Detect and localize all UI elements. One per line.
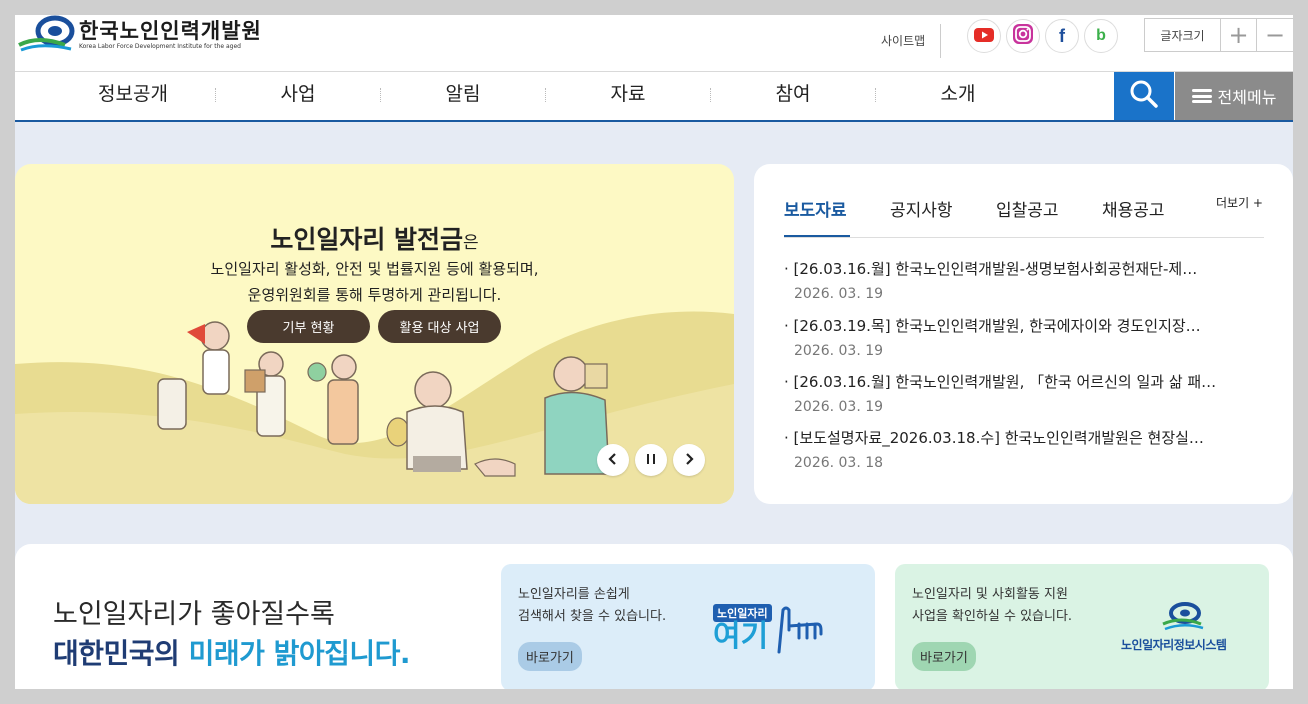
banner-title-bold: 노인일자리 발전금 — [270, 225, 464, 254]
banner-description: 노인일자리 활성화, 안전 및 법률지원 등에 활용되며, 운영위원회를 통해 … — [15, 256, 734, 308]
hand-pointer-icon — [769, 604, 833, 658]
bottom-section: 노인일자리가 좋아질수록 대한민국의 미래가 밝아집니다. 노인일자리를 손쉽게… — [15, 544, 1293, 689]
nav-item-data[interactable]: 자료 — [558, 72, 698, 120]
main-nav: 정보공개 사업 알림 자료 참여 소개 전체메뉴 — [15, 72, 1293, 122]
tab-recruit[interactable]: 채용공고 — [1102, 196, 1165, 221]
font-decrease-button[interactable]: − — [1257, 19, 1293, 51]
slogan-line2-a: 대한민국의 — [53, 637, 189, 670]
tab-bid[interactable]: 입찰공고 — [996, 196, 1059, 221]
font-size-label: 글자크기 — [1145, 19, 1221, 51]
card-text-line1: 노인일자리를 손쉽게 — [518, 587, 630, 602]
divider — [784, 237, 1264, 238]
more-link[interactable]: 더보기 + — [1216, 194, 1263, 211]
logo-title: 한국노인인력개발원 — [79, 18, 262, 43]
target-projects-button[interactable]: 활용 대상 사업 — [378, 310, 501, 343]
blog-icon: b — [1096, 27, 1106, 44]
list-item[interactable]: · [보도설명자료_2026.03.18.수] 한국노인인력개발원은 현장실… … — [784, 428, 1264, 472]
info-system-card[interactable]: 노인일자리 및 사회활동 지원 사업을 확인하실 수 있습니다. 바로가기 노인… — [895, 564, 1269, 689]
slogan-line2-b: 미래가 밝아집니다. — [188, 637, 411, 670]
card-text-line1: 노인일자리 및 사회활동 지원 — [912, 587, 1068, 602]
all-menu-label: 전체메뉴 — [1217, 88, 1277, 107]
nav-separator — [380, 88, 381, 102]
youtube-icon — [974, 27, 994, 46]
nav-item-notice[interactable]: 알림 — [393, 72, 533, 120]
search-button[interactable] — [1114, 72, 1174, 120]
yeogi-logo-main: 여기 — [713, 619, 769, 654]
nav-separator — [875, 88, 876, 102]
card-text-line2: 사업을 확인하실 수 있습니다. — [912, 609, 1073, 624]
list-item[interactable]: · [26.03.19.목] 한국노인인력개발원, 한국에자이와 경도인지장… … — [784, 316, 1264, 360]
banner-next-button[interactable] — [673, 444, 705, 476]
all-menu-button[interactable]: 전체메뉴 — [1175, 72, 1293, 120]
chevron-right-icon — [683, 451, 695, 470]
menu-icon — [1191, 89, 1212, 103]
banner-pause-button[interactable] — [635, 444, 667, 476]
news-date: 2026. 03. 18 — [794, 455, 884, 471]
goto-button[interactable]: 바로가기 — [518, 642, 582, 671]
yeogi-logo: 노인일자리 여기 — [713, 602, 772, 652]
list-item[interactable]: · [26.03.16.월] 한국노인인력개발원, 「한국 어르신의 일과 삶 … — [784, 372, 1264, 416]
banner-title: 노인일자리 발전금은 — [15, 220, 734, 256]
divider — [940, 24, 941, 58]
news-title: · [보도설명자료_2026.03.18.수] 한국노인인력개발원은 현장실… — [784, 429, 1204, 447]
banner-title-suffix: 은 — [463, 233, 479, 253]
instagram-button[interactable] — [1006, 19, 1040, 53]
youtube-button[interactable] — [967, 19, 1001, 53]
sitemap-link[interactable]: 사이트맵 — [881, 32, 925, 49]
chevron-left-icon — [607, 451, 619, 470]
site-logo[interactable]: 한국노인인력개발원 Korea Labor Force Development … — [17, 15, 262, 55]
card-text: 노인일자리 및 사회활동 지원 사업을 확인하실 수 있습니다. — [912, 584, 1072, 628]
nav-separator — [215, 88, 216, 102]
logo-subtitle: Korea Labor Force Development Institute … — [79, 43, 241, 50]
nav-item-about[interactable]: 소개 — [888, 72, 1028, 120]
news-title: · [26.03.16.월] 한국노인인력개발원-생명보험사회공헌재단-제… — [784, 260, 1198, 278]
banner-desc-line1: 노인일자리 활성화, 안전 및 법률지원 등에 활용되며, — [210, 260, 539, 278]
slogan-line2: 대한민국의 미래가 밝아집니다. — [53, 632, 411, 672]
info-system-logo-text: 노인일자리정보시스템 — [1121, 638, 1227, 652]
nav-item-info[interactable]: 정보공개 — [63, 72, 203, 120]
news-title: · [26.03.19.목] 한국노인인력개발원, 한국에자이와 경도인지장… — [784, 317, 1201, 335]
facebook-button[interactable]: f — [1045, 19, 1079, 53]
active-tab-indicator — [784, 235, 850, 237]
news-panel: 보도자료 공지사항 입찰공고 채용공고 더보기 + · [26.03.16.월]… — [754, 164, 1293, 504]
main-banner[interactable]: 노인일자리 발전금은 노인일자리 활성화, 안전 및 법률지원 등에 활용되며,… — [15, 164, 734, 504]
nav-item-participate[interactable]: 참여 — [723, 72, 863, 120]
nav-separator — [545, 88, 546, 102]
news-title: · [26.03.16.월] 한국노인인력개발원, 「한국 어르신의 일과 삶 … — [784, 373, 1217, 391]
tab-notice[interactable]: 공지사항 — [890, 196, 953, 221]
page: 한국노인인력개발원 Korea Labor Force Development … — [15, 15, 1293, 689]
instagram-icon — [1012, 23, 1034, 49]
news-date: 2026. 03. 19 — [794, 286, 884, 302]
info-system-logo-icon — [1161, 602, 1205, 636]
blog-button[interactable]: b — [1084, 19, 1118, 53]
news-date: 2026. 03. 19 — [794, 399, 884, 415]
card-text-line2: 검색해서 찾을 수 있습니다. — [518, 609, 667, 624]
job-search-card[interactable]: 노인일자리를 손쉽게 검색해서 찾을 수 있습니다. 바로가기 노인일자리 여기 — [501, 564, 875, 689]
header: 한국노인인력개발원 Korea Labor Force Development … — [15, 15, 1293, 72]
tab-press-release[interactable]: 보도자료 — [784, 196, 847, 221]
card-text: 노인일자리를 손쉽게 검색해서 찾을 수 있습니다. — [518, 584, 666, 628]
pause-icon — [645, 451, 657, 470]
facebook-icon: f — [1059, 25, 1065, 46]
font-size-control: 글자크기 + − — [1144, 18, 1293, 52]
nav-separator — [710, 88, 711, 102]
news-date: 2026. 03. 19 — [794, 343, 884, 359]
slogan-line1: 노인일자리가 좋아질수록 — [53, 599, 335, 630]
donation-status-button[interactable]: 기부 현황 — [247, 310, 370, 343]
banner-desc-line2: 운영위원회를 통해 투명하게 관리됩니다. — [247, 286, 502, 304]
banner-prev-button[interactable] — [597, 444, 629, 476]
goto-button[interactable]: 바로가기 — [912, 642, 976, 671]
nav-item-business[interactable]: 사업 — [228, 72, 368, 120]
search-icon — [1129, 79, 1159, 113]
list-item[interactable]: · [26.03.16.월] 한국노인인력개발원-생명보험사회공헌재단-제… 2… — [784, 259, 1264, 303]
font-increase-button[interactable]: + — [1221, 19, 1257, 51]
logo-icon — [17, 15, 75, 55]
